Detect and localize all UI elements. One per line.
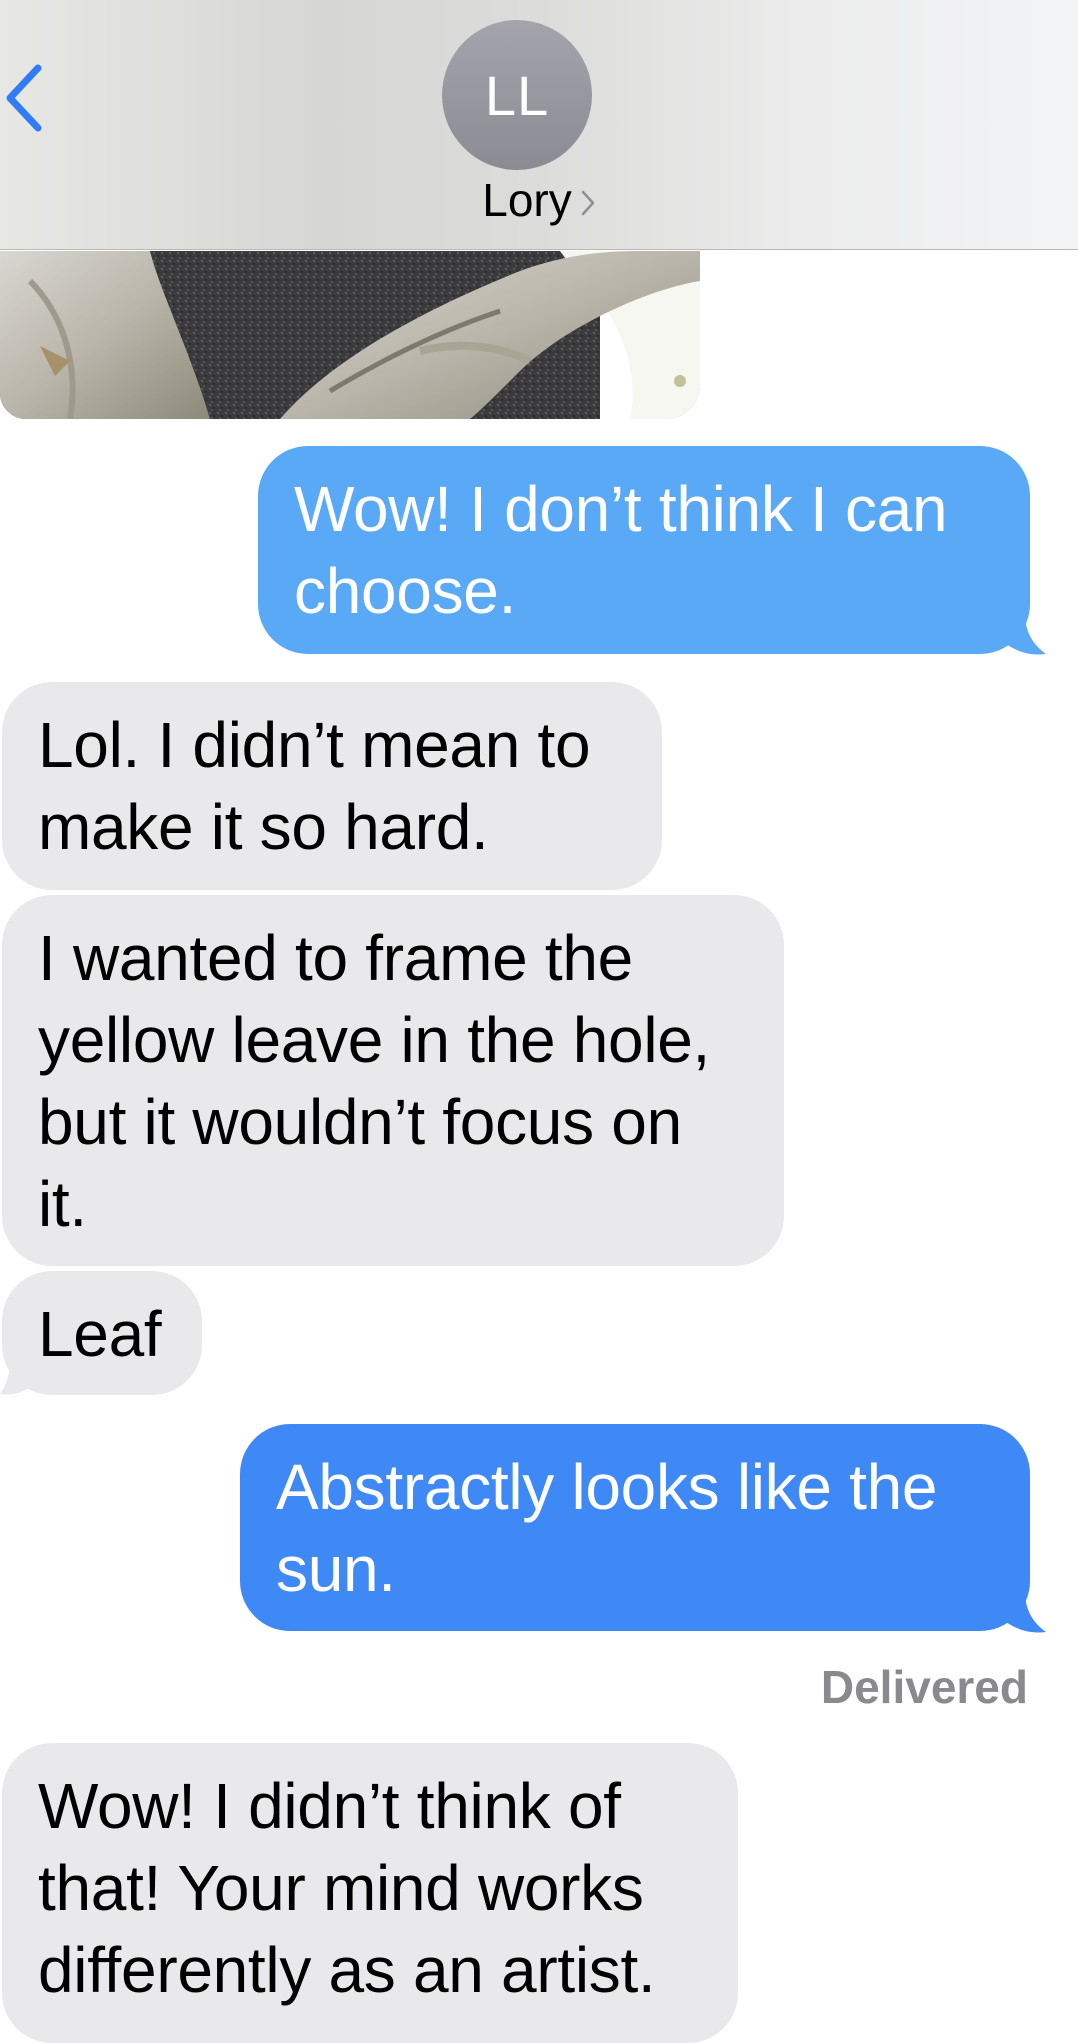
message-text: Leaf bbox=[38, 1298, 162, 1370]
contact-details-button[interactable]: Lory bbox=[0, 172, 1078, 228]
chevron-left-icon bbox=[6, 64, 42, 132]
message-text: I wanted to frame the yellow leave in th… bbox=[38, 922, 711, 1240]
avatar-initials: LL bbox=[484, 63, 550, 127]
message-bubble-incoming[interactable]: Wow! I didn’t think of that! Your mind w… bbox=[2, 1743, 738, 2043]
delivery-status: Delivered bbox=[820, 1661, 1028, 1713]
message-bubble-incoming[interactable]: Lol. I didn’t mean to make it so hard. bbox=[2, 682, 662, 890]
message-text: Lol. I didn’t mean to make it so hard. bbox=[38, 709, 591, 863]
message-text: Wow! I didn’t think of that! Your mind w… bbox=[38, 1770, 656, 2006]
back-button[interactable] bbox=[2, 60, 48, 136]
message-text: Abstractly looks like the sun. bbox=[276, 1451, 938, 1605]
message-bubble-outgoing[interactable]: Abstractly looks like the sun. bbox=[240, 1424, 1030, 1631]
photo-attachment[interactable] bbox=[0, 251, 700, 419]
bubble-tail bbox=[1000, 1596, 1046, 1633]
bubble-tail bbox=[1000, 618, 1046, 655]
message-bubble-outgoing[interactable]: Wow! I don’t think I can choose. bbox=[258, 446, 1030, 654]
contact-name: Lory bbox=[482, 174, 572, 226]
message-bubble-incoming[interactable]: I wanted to frame the yellow leave in th… bbox=[2, 895, 784, 1266]
chevron-right-icon bbox=[581, 190, 594, 216]
photo-image bbox=[0, 251, 700, 419]
message-text: Wow! I don’t think I can choose. bbox=[294, 473, 948, 627]
bubble-tail bbox=[0, 1358, 36, 1395]
conversation-header: LL Lory bbox=[0, 0, 1078, 250]
contact-avatar[interactable]: LL bbox=[442, 20, 592, 170]
